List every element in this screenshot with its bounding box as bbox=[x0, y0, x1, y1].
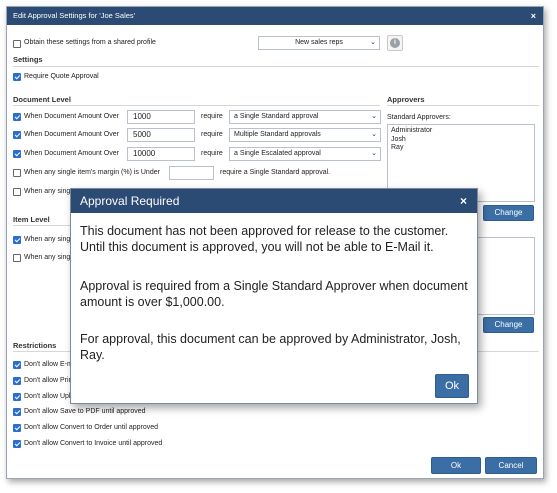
doc-rule-2-amount[interactable]: 5000 bbox=[127, 128, 195, 142]
doc-rule-2-checkbox[interactable] bbox=[13, 131, 21, 139]
approvers-divider bbox=[387, 105, 539, 106]
profile-info-button[interactable]: i bbox=[387, 35, 403, 51]
restriction-6-label: Don't allow Convert to Invoice until app… bbox=[24, 440, 163, 447]
doc-rule-2-require: require bbox=[201, 131, 223, 138]
item-rule-2-checkbox[interactable] bbox=[13, 254, 21, 262]
ok-button[interactable]: Ok bbox=[431, 457, 481, 474]
restriction-4-checkbox[interactable] bbox=[13, 408, 21, 416]
approver-item[interactable]: Josh bbox=[391, 136, 531, 145]
doc-rule-3-label: When Document Amount Over bbox=[24, 150, 119, 157]
approver-item[interactable]: Administrator bbox=[391, 127, 531, 136]
doc-rule-3-require: require bbox=[201, 150, 223, 157]
close-icon[interactable]: × bbox=[531, 7, 536, 25]
doc-rule-3-checkbox[interactable] bbox=[13, 150, 21, 158]
doc-rule-1-approval-select[interactable]: a Single Standard approval ⌄ bbox=[229, 110, 381, 124]
margin-rule-checkbox[interactable] bbox=[13, 169, 21, 177]
restriction-3-label: Don't allow Upl bbox=[24, 393, 71, 400]
dialog-titlebar: Edit Approval Settings for 'Joe Sales' × bbox=[7, 7, 543, 25]
doc-rule-3-amount[interactable]: 10000 bbox=[127, 147, 195, 161]
chevron-down-icon: ⌄ bbox=[371, 150, 377, 157]
doc-rule-2-label: When Document Amount Over bbox=[24, 131, 119, 138]
restriction-3-checkbox[interactable] bbox=[13, 393, 21, 401]
modal-paragraph-2: Approval is required from a Single Stand… bbox=[80, 279, 468, 309]
restriction-1-label: Don't allow E-m bbox=[24, 361, 73, 368]
document-level-heading: Document Level bbox=[13, 95, 71, 104]
restriction-5-checkbox[interactable] bbox=[13, 424, 21, 432]
cancel-button[interactable]: Cancel bbox=[485, 457, 537, 474]
doc-rule-1-approval-value: a Single Standard approval bbox=[234, 113, 319, 120]
dialog-title: Edit Approval Settings for 'Joe Sales' bbox=[13, 11, 136, 20]
restrictions-heading: Restrictions bbox=[13, 341, 57, 350]
margin-rule-label: When any single item's margin (%) is Und… bbox=[24, 169, 160, 176]
doc-rule-1-checkbox[interactable] bbox=[13, 113, 21, 121]
chevron-down-icon: ⌄ bbox=[371, 131, 377, 138]
margin-rule-suffix: require a Single Standard approval. bbox=[220, 169, 331, 176]
settings-heading: Settings bbox=[13, 55, 43, 64]
standard-approvers-label: Standard Approvers: bbox=[387, 114, 451, 121]
restriction-1-checkbox[interactable] bbox=[13, 361, 21, 369]
doc-rule-1-amount[interactable]: 1000 bbox=[127, 110, 195, 124]
doc-rule-2-approval-value: Multiple Standard approvals bbox=[234, 131, 321, 138]
doc-rule-2-approval-select[interactable]: Multiple Standard approvals ⌄ bbox=[229, 128, 381, 142]
item-level-heading: Item Level bbox=[13, 215, 50, 224]
change-standard-approvers-button[interactable]: Change bbox=[483, 205, 534, 221]
item-rule-1-checkbox[interactable] bbox=[13, 236, 21, 244]
approvers-heading: Approvers bbox=[387, 95, 425, 104]
doc-rule-3-approval-select[interactable]: a Single Escalated approval ⌄ bbox=[229, 147, 381, 161]
require-quote-approval-label: Require Quote Approval bbox=[24, 73, 99, 80]
partial-rule-label: When any sing bbox=[24, 188, 71, 195]
info-icon: i bbox=[390, 38, 400, 48]
restriction-6-checkbox[interactable] bbox=[13, 440, 21, 448]
shared-profile-select[interactable]: New sales reps ⌄ bbox=[258, 36, 380, 50]
restriction-5-label: Don't allow Convert to Order until appro… bbox=[24, 424, 159, 431]
restriction-2-label: Don't allow Prin bbox=[24, 377, 73, 384]
doc-rule-1-label: When Document Amount Over bbox=[24, 113, 119, 120]
close-icon[interactable]: × bbox=[460, 189, 467, 213]
approval-required-modal: Approval Required × This document has no… bbox=[70, 188, 478, 404]
restriction-2-checkbox[interactable] bbox=[13, 377, 21, 385]
partial-rule-checkbox[interactable] bbox=[13, 188, 21, 196]
doc-rule-3-approval-value: a Single Escalated approval bbox=[234, 150, 321, 157]
item-rule-2-label: When any sing bbox=[24, 254, 71, 261]
modal-titlebar: Approval Required × bbox=[71, 189, 477, 213]
shared-profile-checkbox[interactable] bbox=[13, 40, 21, 48]
restriction-4-label: Don't allow Save to PDF until approved bbox=[24, 408, 146, 415]
modal-paragraph-1: This document has not been approved for … bbox=[80, 224, 449, 254]
settings-divider bbox=[13, 66, 539, 67]
modal-paragraph-3: For approval, this document can be appro… bbox=[80, 332, 461, 362]
modal-ok-button[interactable]: Ok bbox=[435, 374, 469, 398]
require-quote-approval-checkbox[interactable] bbox=[13, 73, 21, 81]
margin-rule-input[interactable] bbox=[169, 166, 214, 180]
chevron-down-icon: ⌄ bbox=[370, 39, 376, 46]
document-level-divider bbox=[13, 105, 380, 106]
modal-title: Approval Required bbox=[80, 194, 180, 208]
doc-rule-1-require: require bbox=[201, 113, 223, 120]
shared-profile-label: Obtain these settings from a shared prof… bbox=[24, 39, 156, 46]
item-rule-1-label: When any sing bbox=[24, 236, 71, 243]
chevron-down-icon: ⌄ bbox=[371, 113, 377, 120]
approver-item[interactable]: Ray bbox=[391, 144, 531, 153]
shared-profile-value: New sales reps bbox=[295, 39, 343, 46]
change-escalated-approvers-button[interactable]: Change bbox=[483, 317, 534, 333]
